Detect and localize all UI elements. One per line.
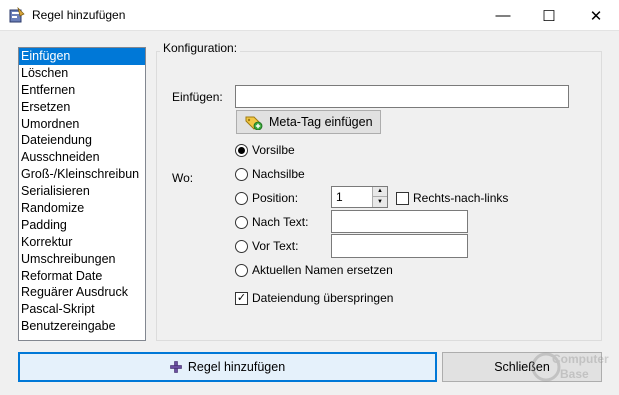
after-text-radio[interactable]	[235, 215, 248, 229]
after-text-input[interactable]	[331, 210, 468, 233]
option-position[interactable]: Position:	[235, 191, 298, 205]
rule-list-item[interactable]: Ausschneiden	[19, 149, 145, 166]
window-title: Regel hinzufügen	[32, 8, 126, 22]
right-to-left-option[interactable]: Rechts-nach-links	[396, 191, 508, 205]
add-rule-button[interactable]: Regel hinzufügen	[18, 352, 437, 382]
replace-name-radio[interactable]	[235, 263, 248, 277]
rename-tool-icon	[9, 7, 25, 23]
watermark-line2: Base	[560, 367, 589, 381]
option-prefix[interactable]: Vorsilbe	[235, 143, 295, 157]
option-before-text[interactable]: Vor Text:	[235, 239, 298, 253]
meta-tag-button-label: Meta-Tag einfügen	[269, 115, 373, 129]
insert-label: Einfügen:	[172, 90, 223, 104]
rule-list-item[interactable]: Pascal-Skript	[19, 301, 145, 318]
rule-type-list[interactable]: Einfügen Löschen Entfernen Ersetzen Umordnen…	[18, 47, 146, 341]
position-label: Position:	[252, 191, 299, 205]
minimize-button[interactable]: —	[480, 0, 526, 31]
rule-list-item[interactable]: Umordnen	[19, 116, 145, 133]
rule-list-item[interactable]: Löschen	[19, 65, 145, 82]
before-text-label: Vor Text:	[252, 239, 299, 253]
rule-list-item[interactable]: Benutzereingabe	[19, 318, 145, 335]
rule-list-item[interactable]: Padding	[19, 217, 145, 234]
right-to-left-checkbox[interactable]	[396, 191, 409, 205]
insert-text-input[interactable]	[235, 85, 569, 108]
rule-list-item[interactable]: Dateiendung	[19, 132, 145, 149]
close-window-button[interactable]: ✕	[573, 0, 619, 31]
spinner-down-icon[interactable]: ▼	[373, 196, 387, 207]
rule-list-item[interactable]: Korrektur	[19, 234, 145, 251]
spinner-up-icon[interactable]: ▲	[373, 187, 387, 197]
where-label: Wo:	[172, 171, 194, 185]
rule-list-item[interactable]: Randomize	[19, 200, 145, 217]
rule-list-item[interactable]: Entfernen	[19, 82, 145, 99]
option-replace-name[interactable]: Aktuellen Namen ersetzen	[235, 263, 393, 277]
rule-list-item[interactable]: Reguärer Ausdruck	[19, 284, 145, 301]
spinner-buttons: ▲ ▼	[372, 187, 387, 207]
maximize-button[interactable]: ☐	[526, 0, 572, 31]
option-suffix[interactable]: Nachsilbe	[235, 167, 305, 181]
add-rule-button-label: Regel hinzufügen	[187, 360, 286, 374]
skip-extension-checkbox[interactable]: ✓	[235, 291, 248, 305]
suffix-radio[interactable]	[235, 167, 248, 181]
plus-icon	[170, 361, 182, 373]
rule-list-item[interactable]: Einfügen	[19, 48, 145, 65]
position-value[interactable]: 1	[336, 190, 343, 204]
watermark-line1: Computer	[552, 352, 609, 366]
rule-list-item[interactable]: Serialisieren	[19, 183, 145, 200]
position-radio[interactable]	[235, 191, 248, 205]
title-bar: Regel hinzufügen — ☐ ✕	[0, 0, 619, 31]
before-text-input[interactable]	[331, 234, 468, 258]
option-after-text[interactable]: Nach Text:	[235, 215, 308, 229]
skip-extension-label: Dateiendung überspringen	[252, 291, 394, 305]
watermark-graphic: Computer Base	[531, 352, 609, 382]
skip-extension-option[interactable]: ✓ Dateiendung überspringen	[235, 291, 393, 305]
right-to-left-label: Rechts-nach-links	[413, 191, 509, 205]
meta-tag-button[interactable]: Meta-Tag einfügen	[236, 110, 381, 134]
suffix-label: Nachsilbe	[252, 167, 305, 181]
before-text-radio[interactable]	[235, 239, 248, 253]
prefix-radio[interactable]	[235, 143, 248, 157]
prefix-label: Vorsilbe	[252, 143, 295, 157]
tag-add-icon	[245, 116, 263, 130]
after-text-label: Nach Text:	[252, 215, 309, 229]
rule-list-item[interactable]: Reformat Date	[19, 268, 145, 285]
replace-name-label: Aktuellen Namen ersetzen	[252, 263, 393, 277]
position-spinner[interactable]: 1 ▲ ▼	[331, 186, 388, 208]
rule-list-item[interactable]: Umschreibungen	[19, 251, 145, 268]
watermark-logo: Computer Base	[530, 345, 615, 390]
configuration-title: Konfiguration:	[160, 41, 241, 55]
rule-list-item[interactable]: Ersetzen	[19, 99, 145, 116]
rule-list-item[interactable]: Groß-/Kleinschreibun	[19, 166, 145, 183]
